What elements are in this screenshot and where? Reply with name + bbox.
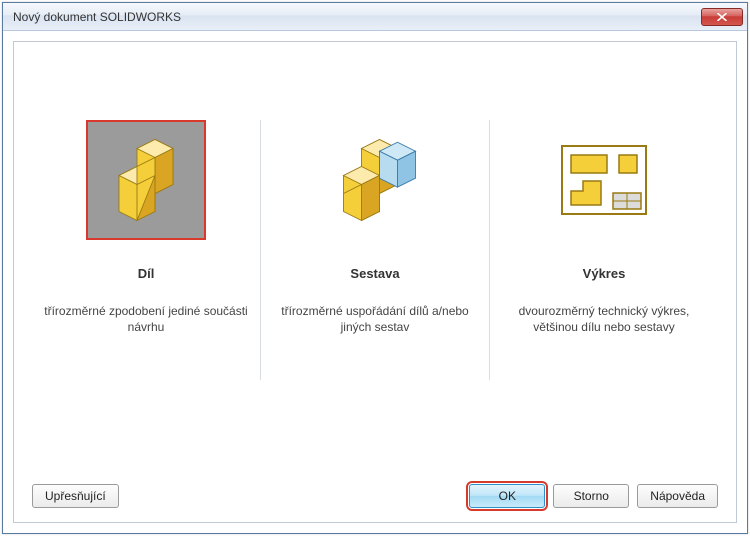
assembly-icon [330,135,420,225]
drawing-desc: dvourozměrný technický výkres, většinou … [500,303,708,335]
assembly-desc: třírozměrné uspořádání dílů a/nebo jinýc… [271,303,479,335]
assembly-icon-box [315,120,435,240]
close-button[interactable] [701,8,743,26]
drawing-icon [561,145,647,215]
part-title: Díl [138,266,155,281]
window-title: Nový dokument SOLIDWORKS [13,10,701,24]
ok-button[interactable]: OK [469,484,545,508]
cancel-button[interactable]: Storno [553,484,629,508]
part-icon-box [86,120,206,240]
drawing-icon-box [544,120,664,240]
option-drawing[interactable]: Výkres dvourozměrný technický výkres, vě… [490,120,718,474]
button-row: Upřesňující OK Storno Nápověda [32,474,718,508]
part-icon [101,135,191,225]
assembly-title: Sestava [350,266,399,281]
close-icon [717,13,727,21]
drawing-title: Výkres [583,266,626,281]
new-document-dialog: Nový dokument SOLIDWORKS [2,2,748,534]
content-panel: Díl třírozměrné zpodobení jediné součást… [13,41,737,523]
option-part[interactable]: Díl třírozměrné zpodobení jediné součást… [32,120,260,474]
help-button[interactable]: Nápověda [637,484,718,508]
template-options: Díl třírozměrné zpodobení jediné součást… [32,42,718,474]
titlebar: Nový dokument SOLIDWORKS [3,3,747,31]
option-assembly[interactable]: Sestava třírozměrné uspořádání dílů a/ne… [261,120,489,474]
advanced-button[interactable]: Upřesňující [32,484,119,508]
part-desc: třírozměrné zpodobení jediné součásti ná… [42,303,250,335]
